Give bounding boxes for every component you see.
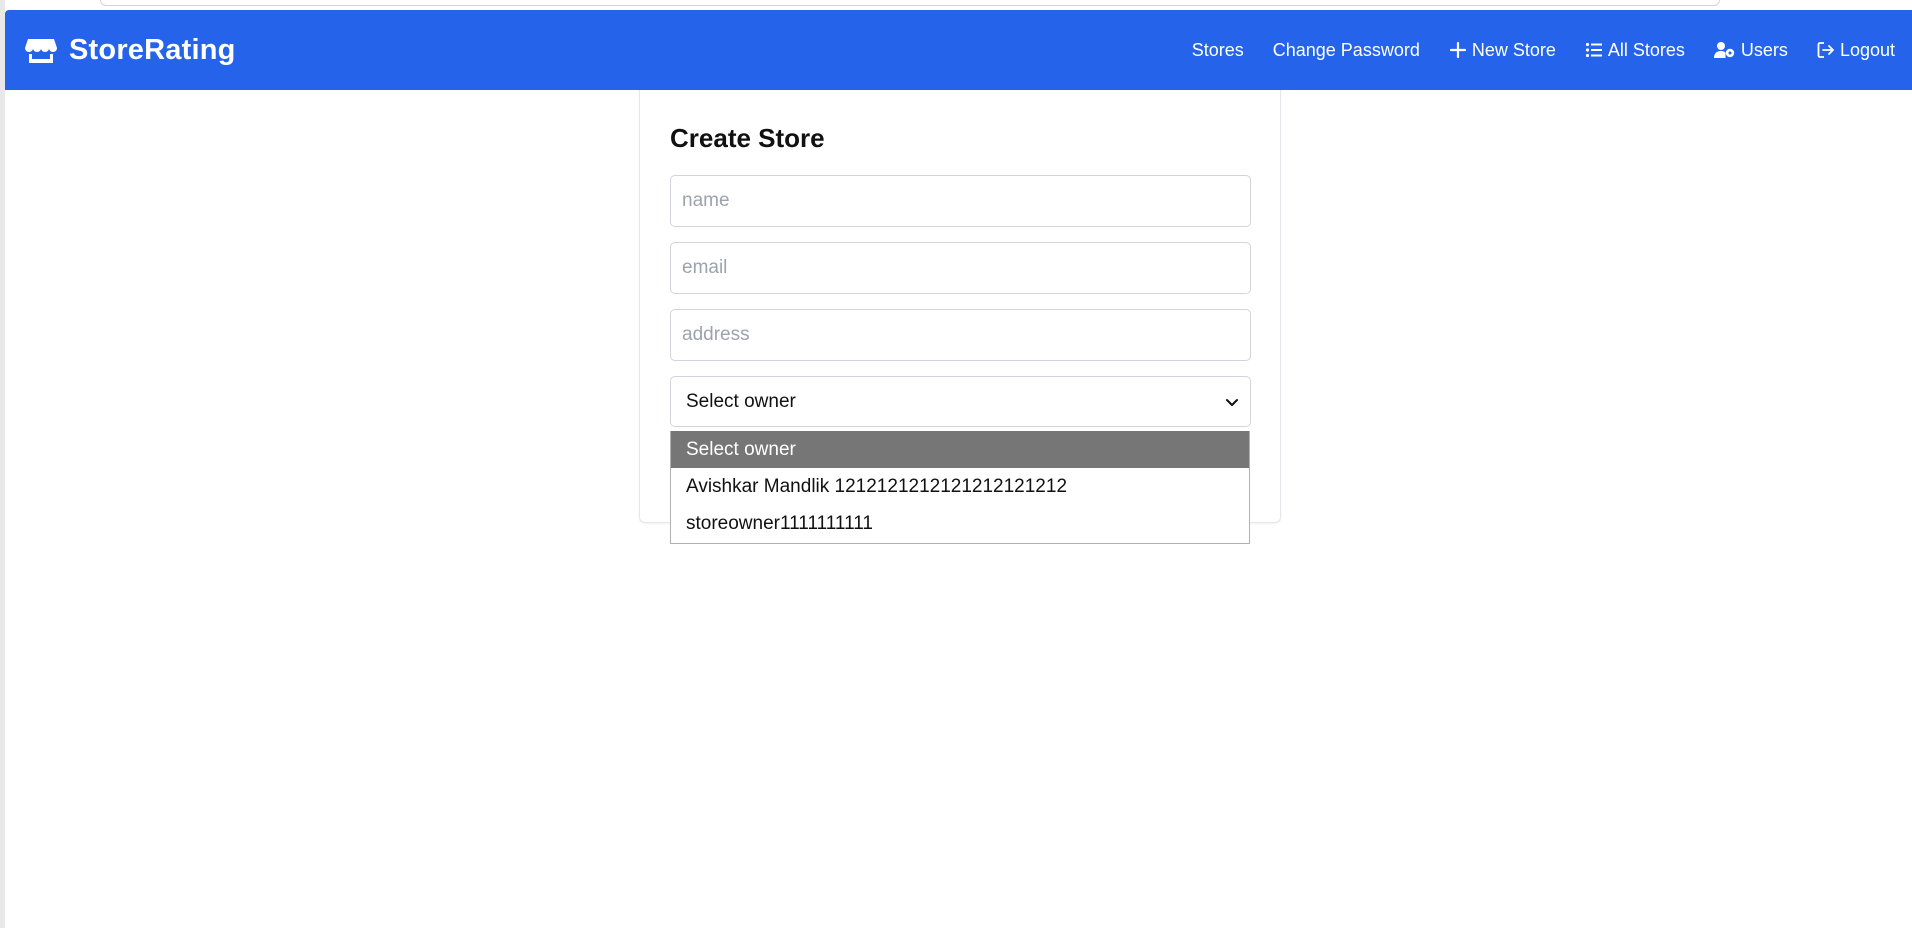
nav-link-label: Logout <box>1839 39 1895 60</box>
brand[interactable]: StoreRating <box>25 34 236 67</box>
brand-name: StoreRating <box>69 33 236 66</box>
nav-link-change-password[interactable]: Change Password <box>1273 40 1420 61</box>
nav-link-users[interactable]: Users <box>1713 39 1788 61</box>
owner-option[interactable]: storeowner1111111111 <box>671 505 1249 542</box>
owner-option[interactable]: Avishkar Mandlik 1212121212121212121212 <box>671 468 1249 505</box>
plus-icon <box>1449 41 1466 59</box>
owner-dropdown-list: Select owner Avishkar Mandlik 1212121212… <box>670 431 1250 544</box>
owner-select[interactable]: Select owner <box>670 376 1251 427</box>
chevron-down-icon <box>1226 398 1238 406</box>
nav-link-stores[interactable]: Stores <box>1192 40 1244 61</box>
list-icon <box>1585 42 1602 58</box>
users-gear-icon <box>1713 42 1735 58</box>
navbar: StoreRating Stores Change Password New S… <box>5 10 1912 90</box>
nav-link-label: Users <box>1740 39 1788 60</box>
nav-link-label: Stores <box>1191 39 1244 60</box>
address-input[interactable] <box>670 309 1251 361</box>
nav-link-label: Change Password <box>1272 39 1420 60</box>
nav-link-label: New Store <box>1471 39 1556 60</box>
nav-links: Stores Change Password New Store All Sto… <box>1192 40 1895 61</box>
page-title: Create Store <box>670 123 825 153</box>
nav-link-new-store[interactable]: New Store <box>1449 40 1556 61</box>
logout-icon <box>1817 42 1834 58</box>
nav-link-logout[interactable]: Logout <box>1817 40 1895 61</box>
browser-top-strip <box>100 0 1720 6</box>
name-input[interactable] <box>670 175 1251 227</box>
owner-select-value: Select owner <box>686 390 796 412</box>
nav-link-label: All Stores <box>1607 39 1685 60</box>
nav-link-all-stores[interactable]: All Stores <box>1585 40 1685 61</box>
owner-option[interactable]: Select owner <box>671 431 1249 468</box>
store-icon <box>25 34 57 66</box>
email-input[interactable] <box>670 242 1251 294</box>
